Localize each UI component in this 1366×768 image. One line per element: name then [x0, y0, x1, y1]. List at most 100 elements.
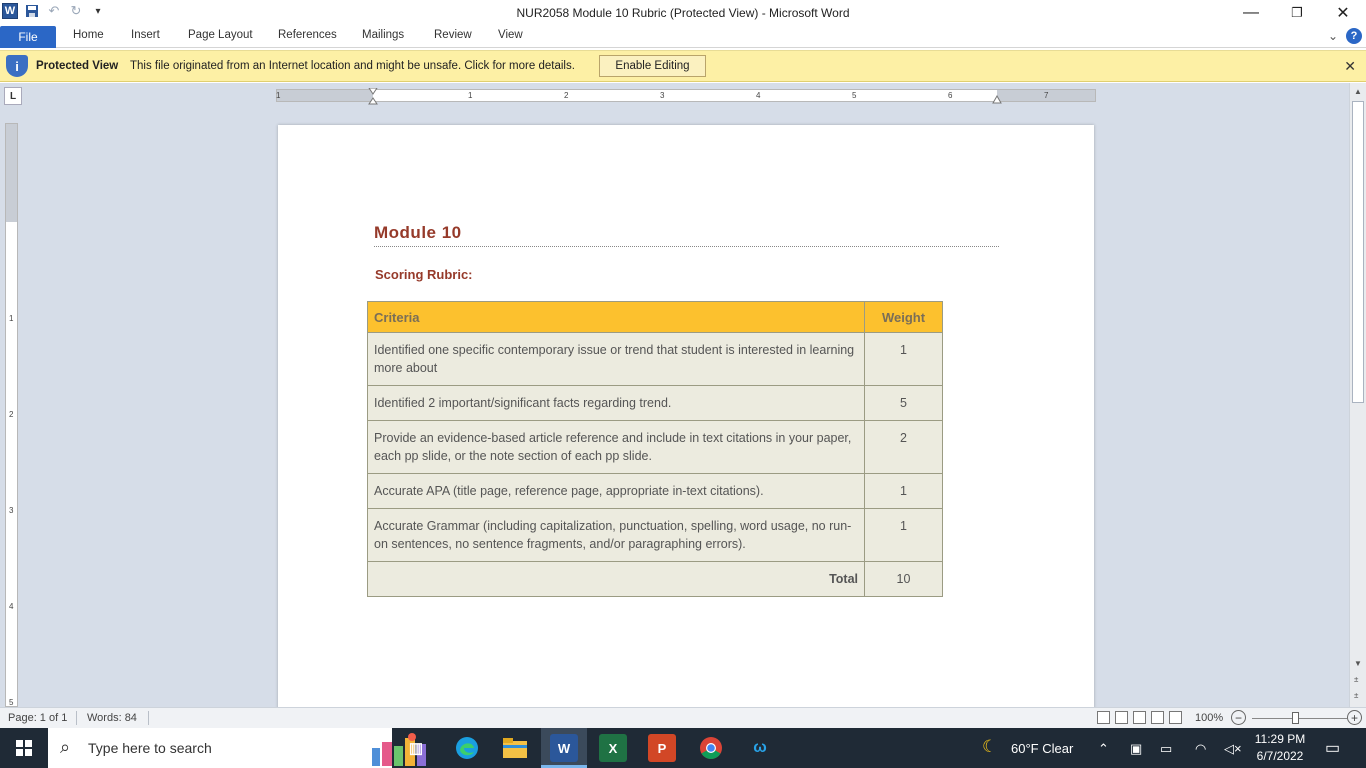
- windows-icon: [16, 740, 32, 756]
- weight-cell: 5: [864, 385, 943, 421]
- battery-icon[interactable]: ▭: [1160, 741, 1172, 757]
- clock-time: 11:29 PM: [1254, 732, 1306, 746]
- chrome-icon[interactable]: [697, 734, 725, 762]
- full-screen-reading-icon[interactable]: [1115, 711, 1128, 724]
- criteria-header: Criteria: [367, 301, 865, 333]
- minimize-ribbon-icon[interactable]: ⌄: [1328, 29, 1338, 43]
- tab-home[interactable]: Home: [73, 29, 104, 41]
- word-count[interactable]: Words: 84: [87, 712, 137, 724]
- close-icon[interactable]: ✕: [1344, 58, 1356, 75]
- restore-button[interactable]: ❐: [1274, 0, 1320, 26]
- print-layout-icon[interactable]: [1097, 711, 1110, 724]
- webex-icon[interactable]: ω: [746, 734, 774, 762]
- web-layout-icon[interactable]: [1133, 711, 1146, 724]
- table-row: Accurate Grammar (including capitalizati…: [367, 508, 943, 562]
- notifications-icon[interactable]: ▭: [1325, 738, 1340, 758]
- draft-icon[interactable]: [1169, 711, 1182, 724]
- total-row: Total 10: [367, 561, 943, 597]
- criteria-cell: Provide an evidence-based article refere…: [367, 420, 865, 474]
- weight-header: Weight: [864, 301, 943, 333]
- table-row: Accurate APA (title page, reference page…: [367, 473, 943, 509]
- edge-icon[interactable]: [453, 734, 481, 762]
- protected-view-title: Protected View: [36, 60, 119, 72]
- taskbar-search[interactable]: ⌕ Type here to search: [48, 728, 426, 768]
- scrollbar-thumb[interactable]: [1352, 101, 1364, 403]
- ribbon-tabs: File Home Insert Page Layout References …: [0, 26, 1366, 48]
- criteria-cell: Identified one specific contemporary iss…: [367, 332, 865, 386]
- clock-date: 6/7/2022: [1256, 749, 1304, 763]
- enable-editing-button[interactable]: Enable Editing: [599, 55, 706, 77]
- table-row: Provide an evidence-based article refere…: [367, 420, 943, 474]
- start-button[interactable]: [0, 728, 48, 768]
- window-controls: — ❐ ✕: [1228, 0, 1366, 26]
- tab-file[interactable]: File: [0, 26, 56, 48]
- previous-page-icon[interactable]: ±: [1354, 675, 1358, 684]
- criteria-cell: Accurate Grammar (including capitalizati…: [367, 508, 865, 562]
- outline-icon[interactable]: [1151, 711, 1164, 724]
- search-icon: ⌕: [60, 737, 71, 757]
- weather-icon[interactable]: ☾: [982, 737, 997, 757]
- tab-mailings[interactable]: Mailings: [362, 29, 404, 41]
- view-buttons: [1097, 711, 1182, 724]
- volume-icon[interactable]: ◁×: [1224, 741, 1242, 757]
- shield-info-icon: i: [6, 55, 28, 77]
- protected-view-bar[interactable]: i Protected View This file originated fr…: [0, 50, 1366, 82]
- weight-cell: 1: [864, 332, 943, 386]
- criteria-cell: Accurate APA (title page, reference page…: [367, 473, 865, 509]
- tab-references[interactable]: References: [278, 29, 337, 41]
- weight-cell: 1: [864, 508, 943, 562]
- document-workspace: L 1 1 2 3 4 5 6 7 1 2 3 4 5 Module 10 Sc…: [0, 83, 1366, 715]
- powerpoint-icon[interactable]: P: [648, 734, 676, 762]
- help-icon[interactable]: ?: [1346, 28, 1362, 44]
- tab-selector[interactable]: L: [4, 87, 22, 105]
- zoom-out-button[interactable]: −: [1231, 710, 1246, 725]
- next-page-icon[interactable]: ±: [1354, 691, 1358, 700]
- zoom-in-button[interactable]: +: [1347, 710, 1362, 725]
- minimize-button[interactable]: —: [1228, 0, 1274, 26]
- meet-now-icon[interactable]: ▣: [1130, 741, 1142, 757]
- zoom-level[interactable]: 100%: [1195, 712, 1223, 724]
- horizontal-ruler[interactable]: 1 1 2 3 4 5 6 7: [276, 88, 1096, 105]
- task-view-icon[interactable]: ▥: [402, 734, 430, 762]
- search-placeholder: Type here to search: [88, 740, 212, 756]
- taskbar: ⌕ Type here to search ▥ W X P ω ☾ 60°F C…: [0, 728, 1366, 768]
- zoom-slider-thumb[interactable]: [1292, 712, 1299, 724]
- vertical-scrollbar[interactable]: ▲ ▼ ± ±: [1349, 83, 1366, 707]
- file-explorer-icon[interactable]: [501, 734, 529, 762]
- clock[interactable]: 11:29 PM 6/7/2022: [1250, 731, 1310, 765]
- right-indent-marker-icon[interactable]: [992, 92, 1002, 104]
- tab-review[interactable]: Review: [434, 29, 472, 41]
- table-header-row: Criteria Weight: [367, 301, 943, 333]
- word-taskbar-icon[interactable]: W: [550, 734, 578, 762]
- chevron-up-icon[interactable]: ⌃: [1098, 741, 1109, 757]
- document-heading: Module 10: [374, 223, 462, 242]
- close-button[interactable]: ✕: [1320, 0, 1366, 26]
- heading-divider: [374, 246, 999, 247]
- status-bar: Page: 1 of 1 Words: 84 100% − +: [0, 707, 1366, 728]
- window-title: NUR2058 Module 10 Rubric (Protected View…: [516, 6, 850, 20]
- tab-view[interactable]: View: [498, 29, 523, 41]
- weight-cell: 1: [864, 473, 943, 509]
- weight-cell: 2: [864, 420, 943, 474]
- scroll-down-icon[interactable]: ▼: [1354, 659, 1362, 668]
- table-row: Identified one specific contemporary iss…: [367, 332, 943, 386]
- zoom-slider[interactable]: [1252, 718, 1347, 719]
- indent-marker-icon[interactable]: [368, 88, 378, 106]
- page-count[interactable]: Page: 1 of 1: [8, 712, 67, 724]
- tab-page-layout[interactable]: Page Layout: [188, 29, 253, 41]
- criteria-cell: Identified 2 important/significant facts…: [367, 385, 865, 421]
- wifi-icon[interactable]: ◠: [1195, 741, 1206, 757]
- rubric-table: Criteria Weight Identified one specific …: [367, 301, 943, 597]
- tab-insert[interactable]: Insert: [131, 29, 160, 41]
- table-row: Identified 2 important/significant facts…: [367, 385, 943, 421]
- total-label: Total: [367, 561, 865, 597]
- protected-view-message[interactable]: This file originated from an Internet lo…: [130, 60, 575, 72]
- scroll-up-icon[interactable]: ▲: [1354, 87, 1362, 96]
- excel-icon[interactable]: X: [599, 734, 627, 762]
- title-bar: W ↶ ↻ ▾ NUR2058 Module 10 Rubric (Protec…: [0, 0, 1366, 26]
- document-page[interactable]: Module 10 Scoring Rubric: Criteria Weigh…: [278, 125, 1094, 715]
- total-value: 10: [864, 561, 943, 597]
- document-subheading: Scoring Rubric:: [375, 267, 473, 282]
- vertical-ruler[interactable]: 1 2 3 4 5: [5, 123, 18, 707]
- weather-text[interactable]: 60°F Clear: [1011, 741, 1073, 756]
